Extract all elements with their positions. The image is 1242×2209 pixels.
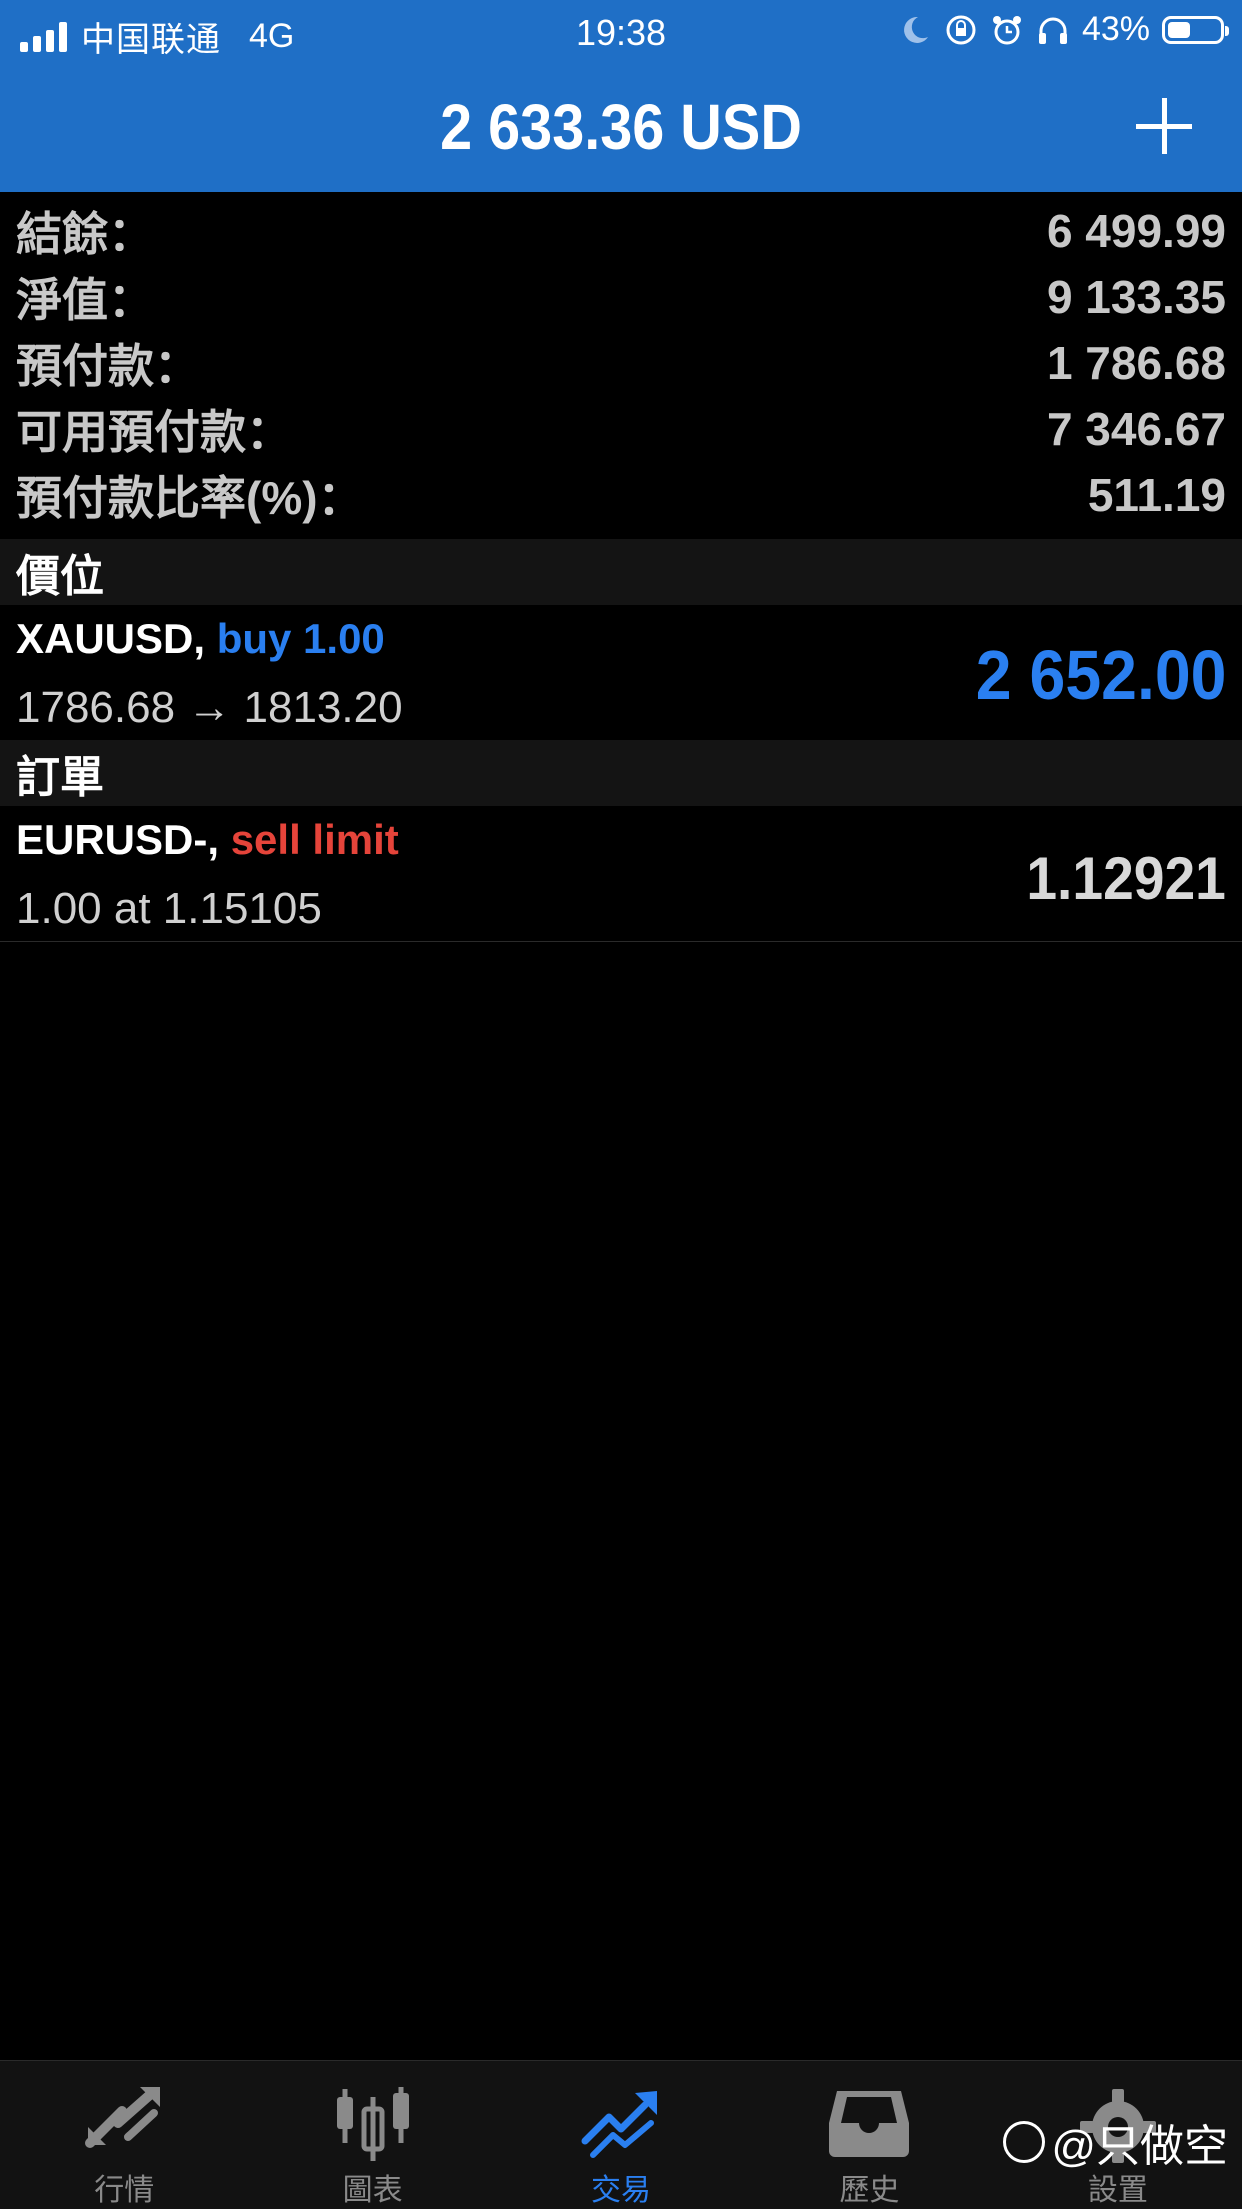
order-current-price: 1.12921 <box>1026 845 1226 912</box>
tab-quotes[interactable]: 行情 <box>0 2061 248 2209</box>
summary-value: 1 786.68 <box>1046 337 1226 389</box>
summary-value: 511.19 <box>1087 469 1226 521</box>
add-order-button[interactable] <box>1136 98 1192 154</box>
tab-trade[interactable]: 交易 <box>497 2061 745 2209</box>
alarm-icon <box>992 15 1021 44</box>
watermark-text: @只做空 <box>1051 2122 1228 2171</box>
status-bar: 中国联通 4G 19:38 43% <box>0 0 1242 62</box>
tab-label: 圖表 <box>342 2174 403 2207</box>
battery-percent: 43% <box>1081 10 1150 48</box>
battery-level-fill <box>1168 21 1190 38</box>
summary-label: 淨值： <box>16 274 154 326</box>
trade-trend-icon <box>581 2091 658 2158</box>
positions-header: 價位 <box>0 539 1242 605</box>
tab-label: 交易 <box>591 2174 652 2207</box>
list-divider <box>0 941 1242 942</box>
summary-row-equity: 淨值： 9 133.35 <box>0 264 1242 330</box>
summary-row-balance: 結餘： 6 499.99 <box>0 198 1242 264</box>
status-right: 43% <box>898 10 1229 49</box>
position-prices: 1786.68 → 1813.20 <box>16 683 403 732</box>
moon-icon <box>904 16 928 43</box>
summary-label: 可用預付款： <box>16 406 292 458</box>
summary-label: 預付款比率(%)： <box>16 472 364 524</box>
position-row-xauusd[interactable]: XAUUSD, buy 1.00 1786.68 → 1813.20 2 652… <box>0 605 1242 739</box>
summary-label: 預付款： <box>16 340 200 392</box>
account-profit-title: 2 633.36 USD <box>440 91 802 163</box>
summary-row-margin-level: 預付款比率(%)： 511.19 <box>0 462 1242 528</box>
tab-label: 歷史 <box>839 2174 900 2207</box>
battery-icon <box>1162 15 1229 44</box>
candlestick-chart-icon <box>336 2087 409 2161</box>
quotes-arrows-icon <box>85 2087 161 2148</box>
position-title: XAUUSD, buy 1.00 <box>16 615 385 663</box>
tab-history[interactable]: 歷史 <box>745 2061 993 2209</box>
history-inbox-icon <box>829 2091 910 2157</box>
order-title: EURUSD-, sell limit <box>16 816 399 864</box>
nav-bar: 2 633.36 USD <box>0 62 1242 192</box>
summary-row-margin: 預付款： 1 786.68 <box>0 330 1242 396</box>
position-profit: 2 652.00 <box>975 636 1226 714</box>
tab-label: 行情 <box>94 2174 155 2207</box>
position-symbol: XAUUSD, <box>16 615 206 662</box>
weibo-logo-icon <box>1003 2121 1046 2163</box>
order-symbol: EURUSD-, <box>16 816 220 863</box>
summary-label: 結餘： <box>16 208 154 260</box>
orders-header: 訂單 <box>0 740 1242 806</box>
order-action: sell limit <box>230 816 399 863</box>
summary-value: 9 133.35 <box>1046 271 1226 323</box>
rotation-lock-icon <box>946 15 976 44</box>
summary-value: 6 499.99 <box>1046 205 1226 257</box>
summary-row-free-margin: 可用預付款： 7 346.67 <box>0 396 1242 462</box>
tab-charts[interactable]: 圖表 <box>248 2061 496 2209</box>
account-summary: 結餘： 6 499.99 淨值： 9 133.35 預付款： 1 786.68 … <box>0 198 1242 528</box>
order-detail: 1.00 at 1.15105 <box>16 884 322 933</box>
headphones-icon <box>1038 17 1067 44</box>
summary-value: 7 346.67 <box>1046 403 1226 455</box>
position-action: buy 1.00 <box>216 615 385 662</box>
weibo-watermark: @只做空 <box>1003 2110 1228 2174</box>
order-row-eurusd[interactable]: EURUSD-, sell limit 1.00 at 1.15105 1.12… <box>0 806 1242 940</box>
